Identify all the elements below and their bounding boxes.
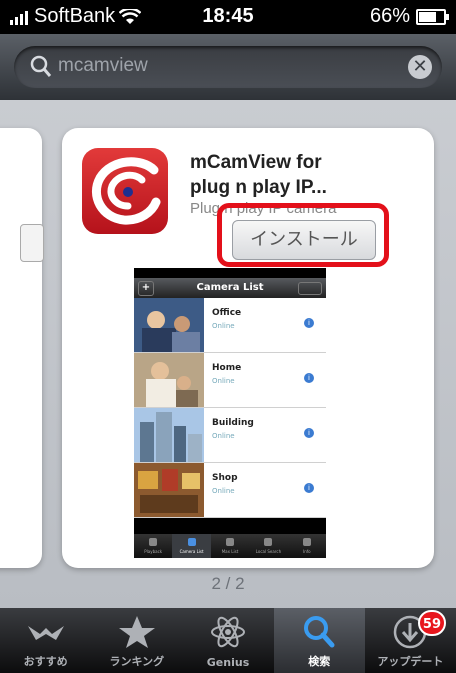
tab-label: Genius — [206, 656, 250, 669]
camera-row: Shop Online i — [134, 463, 326, 518]
tab-featured[interactable]: おすすめ — [0, 608, 91, 673]
app-name-line2: plug n play IP... — [190, 177, 327, 198]
screenshot-tab: Camera List — [172, 534, 211, 558]
camera-row: Office Online i — [134, 298, 326, 353]
status-bar: SoftBank 18:45 66% — [0, 0, 456, 34]
battery-fill — [419, 11, 437, 22]
previous-result-card[interactable] — [0, 128, 44, 568]
result-card[interactable]: mCamView for plug n play IP... Plug n pl… — [62, 128, 434, 568]
search-bar: mcamview ✕ — [0, 34, 456, 100]
search-query: mcamview — [58, 55, 148, 76]
screenshot-tab: Info — [288, 534, 326, 558]
camera-status: Online — [212, 377, 235, 385]
highlight-box — [217, 203, 389, 267]
page-indicator: 2 / 2 — [211, 574, 245, 593]
mcamview-logo-icon — [91, 157, 161, 225]
camera-name: Office — [212, 308, 242, 318]
shop-thumbnail — [134, 463, 204, 517]
camera-row: Building Online i — [134, 408, 326, 463]
tab-label: おすすめ — [23, 655, 68, 668]
info-icon: i — [304, 318, 314, 328]
screenshot-tab: Max List — [211, 534, 249, 558]
tab-label: ランキング — [109, 655, 165, 668]
app-icon[interactable] — [82, 148, 168, 234]
battery-status: 66% — [369, 5, 449, 28]
tab-updates[interactable]: 59 アップデート — [365, 608, 456, 673]
office-thumbnail — [134, 298, 204, 352]
tab-search[interactable]: 検索 — [273, 608, 365, 673]
camera-name: Shop — [212, 473, 238, 483]
info-icon: i — [304, 483, 314, 493]
app-name-line1: mCamView for — [190, 152, 322, 173]
magnifier-icon — [30, 55, 52, 77]
camera-status: Online — [212, 432, 235, 440]
tab-label: 検索 — [308, 655, 331, 668]
screenshot-tab: Local Search — [249, 534, 287, 558]
camera-name: Building — [212, 418, 254, 428]
screenshot-title: Camera List — [196, 282, 264, 293]
building-thumbnail — [134, 408, 204, 462]
screenshot-status-bar — [134, 268, 326, 278]
search-input[interactable]: mcamview ✕ — [14, 46, 442, 88]
camera-status: Online — [212, 487, 235, 495]
clear-search-button[interactable]: ✕ — [408, 55, 432, 79]
search-results[interactable]: mCamView for plug n play IP... Plug n pl… — [0, 100, 456, 608]
search-icon — [304, 616, 335, 648]
app-name[interactable]: mCamView for plug n play IP... — [190, 150, 420, 200]
camera-name: Home — [212, 363, 242, 373]
tab-label: アップデート — [377, 655, 444, 668]
screenshot-tab: Playback — [134, 534, 172, 558]
star-icon — [118, 616, 155, 648]
featured-icon — [27, 626, 64, 640]
previous-result-button[interactable] — [20, 224, 44, 262]
screenshot-tab-bar: Playback Camera List Max List Local Sear… — [134, 534, 326, 558]
camera-row: Home Online i — [134, 353, 326, 408]
tab-ranking[interactable]: ランキング — [91, 608, 182, 673]
screenshot-nav-bar: + Camera List — [134, 278, 326, 298]
info-icon: i — [304, 428, 314, 438]
battery-icon — [416, 8, 449, 25]
update-count-badge: 59 — [417, 610, 447, 636]
screenshot-add-icon: + — [138, 281, 154, 296]
battery-percent: 66% — [369, 5, 410, 27]
camera-status: Online — [212, 322, 235, 330]
info-icon: i — [304, 373, 314, 383]
app-screenshot[interactable]: + Camera List Office Online i Home Onlin… — [134, 268, 326, 558]
atom-icon — [211, 616, 245, 648]
screenshot-more-button — [298, 282, 322, 295]
tab-genius[interactable]: Genius — [182, 608, 273, 673]
home-thumbnail — [134, 353, 204, 407]
tab-bar: おすすめ ランキング Genius 検索 59 アップデート — [0, 608, 456, 673]
